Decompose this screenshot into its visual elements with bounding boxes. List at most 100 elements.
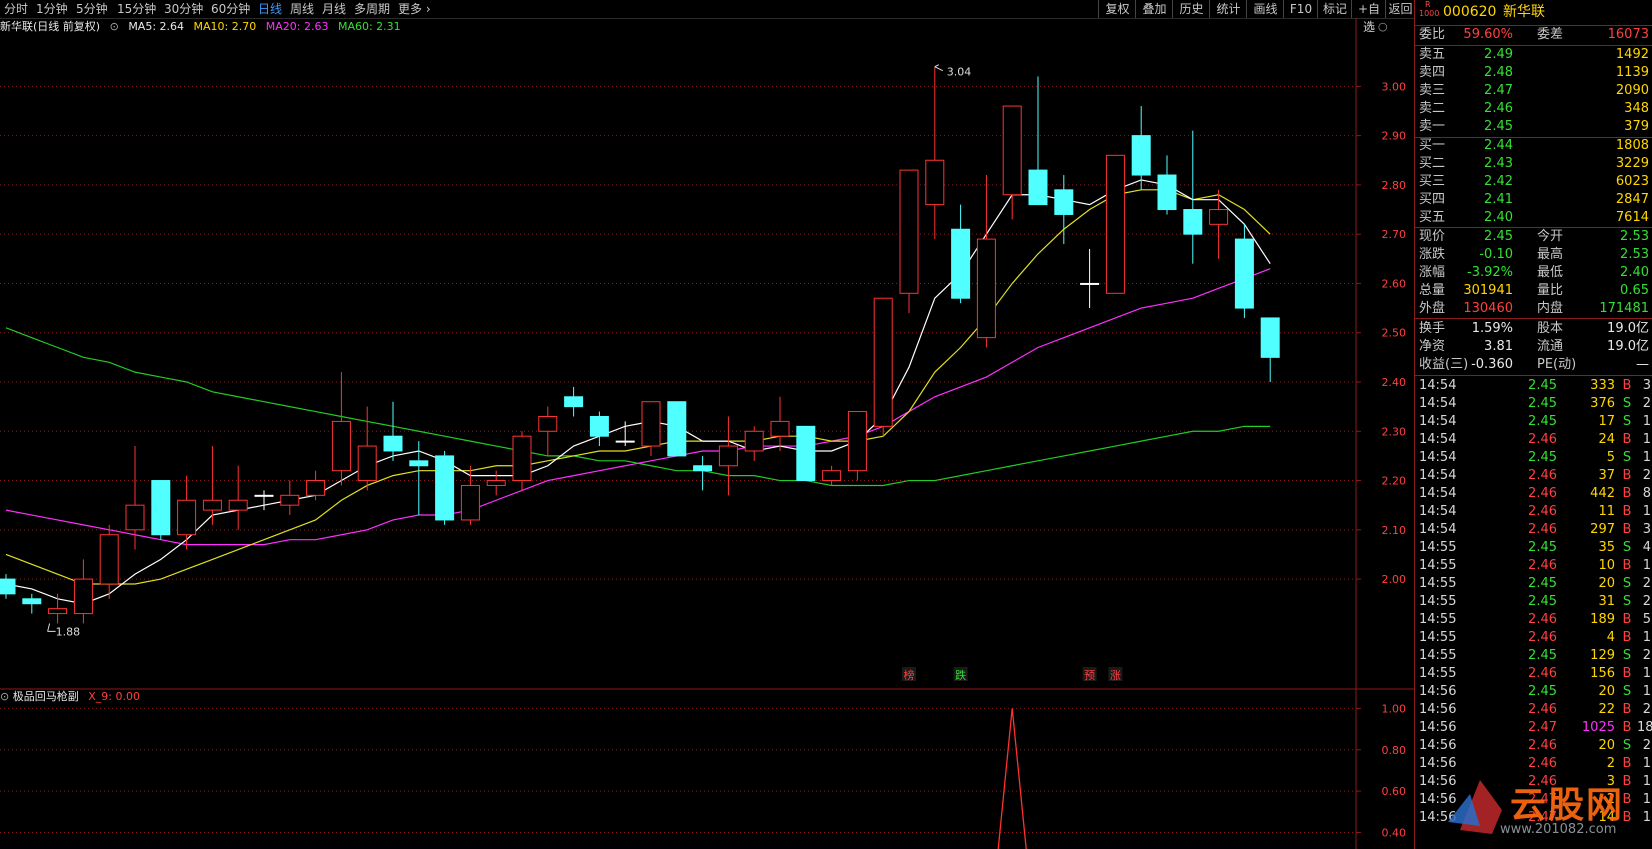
candle[interactable]: [202, 446, 222, 525]
ask-level-row[interactable]: 卖一 2.45 379: [1415, 118, 1652, 136]
trade-direction: B: [1622, 630, 1632, 645]
add-watchlist-button[interactable]: +自选: [1351, 0, 1386, 34]
bid-level-row[interactable]: 买三 2.42 6023: [1415, 173, 1652, 191]
candle[interactable]: [1002, 105, 1022, 220]
period-monthly[interactable]: 月线: [322, 1, 346, 17]
trade-price: 2.46: [1528, 558, 1557, 573]
candle[interactable]: [435, 450, 455, 525]
candle[interactable]: [306, 470, 326, 501]
trade-count: 1: [1642, 630, 1651, 645]
period-weekly[interactable]: 周线: [290, 1, 314, 17]
overlay-button[interactable]: 叠加: [1135, 0, 1173, 18]
ask-level-row[interactable]: 卖二 2.46 348: [1415, 100, 1652, 118]
period-15min[interactable]: 15分钟: [117, 1, 156, 17]
candle[interactable]: [151, 480, 171, 540]
candle[interactable]: [1080, 248, 1100, 309]
candle[interactable]: [744, 426, 764, 461]
candle[interactable]: [48, 593, 68, 624]
candle[interactable]: [357, 406, 377, 491]
bid-level-volume: 7614: [1615, 210, 1649, 225]
candle[interactable]: [796, 425, 816, 482]
period-multi[interactable]: 多周期: [354, 1, 390, 17]
candle[interactable]: [331, 372, 351, 486]
settings-circle-icon[interactable]: ⊙: [0, 690, 9, 703]
trade-time: 14:54: [1419, 486, 1457, 501]
candle[interactable]: [951, 204, 971, 304]
candle[interactable]: [693, 455, 713, 491]
period-1min[interactable]: 1分钟: [36, 1, 68, 17]
bid-level-price: 2.41: [1484, 192, 1513, 207]
period-60min[interactable]: 60分钟: [211, 1, 250, 17]
bid-level-row[interactable]: 买二 2.43 3229: [1415, 155, 1652, 173]
quote-label: 总量: [1419, 283, 1446, 298]
bid-level-label: 买四: [1419, 192, 1446, 207]
candle[interactable]: [486, 470, 506, 496]
price-tick-label: 2.30: [1382, 425, 1407, 438]
settings-circle-icon[interactable]: ⊙: [110, 20, 119, 33]
candle[interactable]: [925, 66, 945, 240]
mark-button[interactable]: 标记: [1317, 0, 1352, 18]
period-30min[interactable]: 30分钟: [164, 1, 203, 17]
candle[interactable]: [177, 475, 197, 550]
candle[interactable]: [873, 297, 893, 437]
back-button[interactable]: 返回: [1385, 0, 1415, 18]
ask-level-row[interactable]: 卖四 2.48 1139: [1415, 64, 1652, 82]
bid-level-row[interactable]: 买一 2.44 1808: [1415, 137, 1652, 155]
candle[interactable]: [99, 524, 119, 599]
ask-level-row[interactable]: 卖三 2.47 2090: [1415, 82, 1652, 100]
candle-body: [615, 440, 635, 443]
candle[interactable]: [254, 490, 274, 511]
quote-label: 量比: [1537, 283, 1564, 298]
candle[interactable]: [383, 401, 403, 461]
high-marker: [934, 64, 944, 72]
candle[interactable]: [976, 175, 996, 348]
fuquan-button[interactable]: 复权: [1098, 0, 1136, 18]
candle[interactable]: [770, 396, 790, 451]
trade-direction: B: [1622, 504, 1632, 519]
f10-button[interactable]: F10: [1283, 0, 1318, 18]
trade-volume: 31: [1598, 594, 1615, 609]
candle[interactable]: [564, 386, 584, 417]
candle[interactable]: [228, 465, 248, 530]
candle[interactable]: [718, 416, 738, 496]
candle[interactable]: [22, 593, 42, 614]
trade-time: 14:54: [1419, 378, 1457, 393]
candles: [0, 66, 1280, 624]
candle[interactable]: [280, 480, 300, 516]
bid-level-row[interactable]: 买五 2.40 7614: [1415, 209, 1652, 227]
candle[interactable]: [589, 411, 609, 447]
candle[interactable]: [1131, 106, 1151, 190]
period-fenshi[interactable]: 分时: [4, 1, 28, 17]
candle[interactable]: [0, 574, 16, 599]
candle[interactable]: [1028, 76, 1048, 206]
candle[interactable]: [1260, 317, 1280, 382]
kline-chart[interactable]: 3.04 1.88 榜 跌 预 涨 3.00 2.90 2.80 2.70 2.60 2.50 2.4…: [0, 18, 1414, 849]
ask-level-row[interactable]: 卖五 2.49 1492: [1415, 46, 1652, 64]
finance-value: 3.81: [1484, 339, 1513, 354]
period-more[interactable]: 更多 ›: [398, 1, 431, 17]
candle[interactable]: [512, 431, 532, 491]
candle[interactable]: [1105, 154, 1125, 294]
candle[interactable]: [1157, 155, 1177, 215]
history-button[interactable]: 历史: [1172, 0, 1210, 18]
trade-volume: 4: [1606, 630, 1615, 645]
period-daily[interactable]: 日线: [258, 1, 282, 17]
finance-value: -0.360: [1471, 357, 1513, 372]
circle-icon[interactable]: ○: [1378, 20, 1388, 33]
candle[interactable]: [1234, 224, 1254, 318]
candle[interactable]: [538, 406, 558, 456]
draw-button[interactable]: 画线: [1246, 0, 1284, 18]
candle[interactable]: [667, 401, 687, 457]
diamond-icon[interactable]: ◇: [1366, 20, 1374, 33]
stats-button[interactable]: 统计: [1209, 0, 1247, 18]
candle[interactable]: [899, 169, 919, 314]
trade-row: 14:55 2.45 35 S 4: [1415, 539, 1652, 557]
period-5min[interactable]: 5分钟: [76, 1, 108, 17]
candle[interactable]: [460, 465, 480, 525]
candle-body: [667, 401, 687, 457]
candle[interactable]: [73, 559, 93, 624]
bid-level-row[interactable]: 买四 2.41 2847: [1415, 191, 1652, 209]
candle[interactable]: [822, 465, 842, 486]
candle[interactable]: [1054, 175, 1074, 245]
candle[interactable]: [847, 411, 867, 481]
